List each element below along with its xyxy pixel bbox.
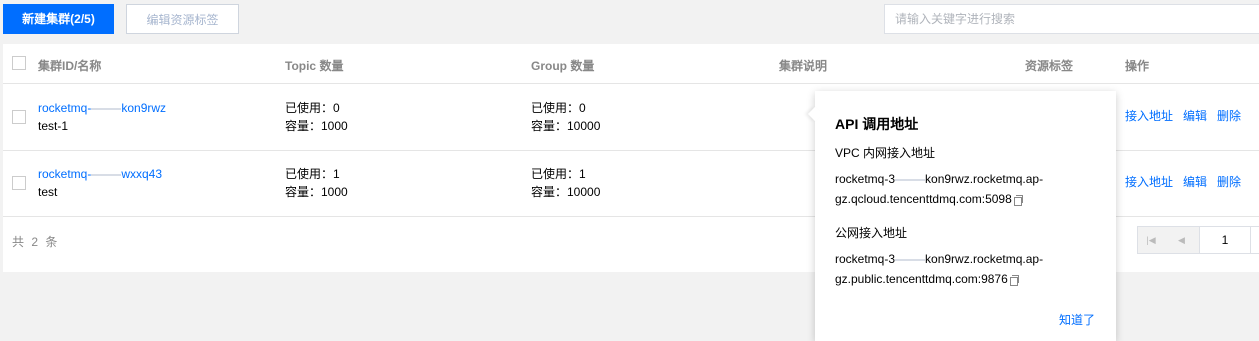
copy-icon[interactable]: [1009, 274, 1019, 286]
page-input[interactable]: 1: [1200, 227, 1251, 253]
pagination: |◀ ◀ 1: [1137, 226, 1259, 254]
delete-link[interactable]: 删除: [1217, 109, 1241, 123]
search-input[interactable]: 请输入关键字进行搜索: [884, 4, 1259, 34]
delete-link[interactable]: 删除: [1217, 175, 1241, 189]
vpc-address: rocketmq-3 kon9rwz.rocketmq.ap- gz.qcloud…: [835, 169, 1075, 209]
topic-capacity: 容量：1000: [285, 119, 348, 133]
header-ops: 操作: [1125, 59, 1150, 73]
cluster-name: test-1: [38, 119, 69, 133]
public-address-label: 公网接入地址: [835, 226, 908, 240]
copy-icon[interactable]: [1013, 194, 1023, 206]
edit-link[interactable]: 编辑: [1183, 109, 1207, 123]
row-checkbox[interactable]: [12, 110, 26, 124]
group-capacity: 容量：10000: [531, 119, 601, 133]
edit-link[interactable]: 编辑: [1183, 175, 1207, 189]
topic-capacity: 容量：1000: [285, 185, 348, 199]
total-count: 共 2 条: [12, 235, 60, 249]
header-id-name: 集群ID/名称: [38, 59, 102, 73]
cluster-id-prefix: rocketmq-: [38, 167, 92, 181]
group-used: 已使用：1: [531, 167, 586, 181]
header-tags: 资源标签: [1025, 59, 1074, 73]
group-capacity: 容量：10000: [531, 185, 601, 199]
vpc-address-label: VPC 内网接入地址: [835, 146, 936, 160]
cluster-id-prefix: rocketmq-: [38, 101, 92, 115]
popover-title: API 调用地址: [835, 116, 919, 132]
topic-used: 已使用：1: [285, 167, 340, 181]
vpc-address-suffix: kon9rwz.rocketmq.ap-: [925, 172, 1044, 186]
cluster-id-link[interactable]: rocketmq-kon9rwz: [38, 99, 166, 117]
redacted-mark: [91, 171, 122, 178]
got-it-button[interactable]: 知道了: [1059, 311, 1095, 328]
cluster-id-link[interactable]: rocketmq-wxxq43: [38, 165, 162, 183]
cluster-id-suffix: wxxq43: [121, 167, 163, 181]
first-page-button[interactable]: |◀: [1138, 227, 1165, 253]
header-desc: 集群说明: [779, 59, 828, 73]
vpc-address-prefix: rocketmq-3: [835, 172, 896, 186]
api-address-popover: API 调用地址 VPC 内网接入地址 rocketmq-3 kon9rwz.ro…: [807, 91, 1116, 341]
group-used: 已使用：0: [531, 101, 586, 115]
row-checkbox[interactable]: [12, 176, 26, 190]
header-topic: Topic 数量: [285, 59, 344, 73]
create-cluster-button[interactable]: 新建集群(2/5): [3, 4, 114, 34]
public-address: rocketmq-3 kon9rwz.rocketmq.ap- gz.public…: [835, 249, 1075, 289]
redacted-mark: [91, 105, 122, 112]
select-all-checkbox[interactable]: [12, 56, 26, 70]
vpc-address-host: gz.qcloud.tencenttdmq.com:5098: [835, 192, 1012, 206]
edit-tags-button: 编辑资源标签: [126, 4, 239, 34]
cluster-id-suffix: kon9rwz: [121, 101, 167, 115]
redacted-mark: [895, 256, 926, 263]
header-group: Group 数量: [531, 59, 595, 73]
access-address-link[interactable]: 接入地址: [1125, 175, 1173, 189]
table-header: 集群ID/名称 Topic 数量 Group 数量 集群说明 资源标签 操作: [3, 44, 1259, 84]
access-address-link[interactable]: 接入地址: [1125, 109, 1173, 123]
prev-page-button[interactable]: ◀: [1164, 227, 1200, 253]
redacted-mark: [895, 176, 926, 183]
topic-used: 已使用：0: [285, 101, 340, 115]
public-address-suffix: kon9rwz.rocketmq.ap-: [925, 252, 1044, 266]
cluster-name: test: [38, 185, 58, 199]
public-address-prefix: rocketmq-3: [835, 252, 896, 266]
public-address-host: gz.public.tencenttdmq.com:9876: [835, 272, 1008, 286]
